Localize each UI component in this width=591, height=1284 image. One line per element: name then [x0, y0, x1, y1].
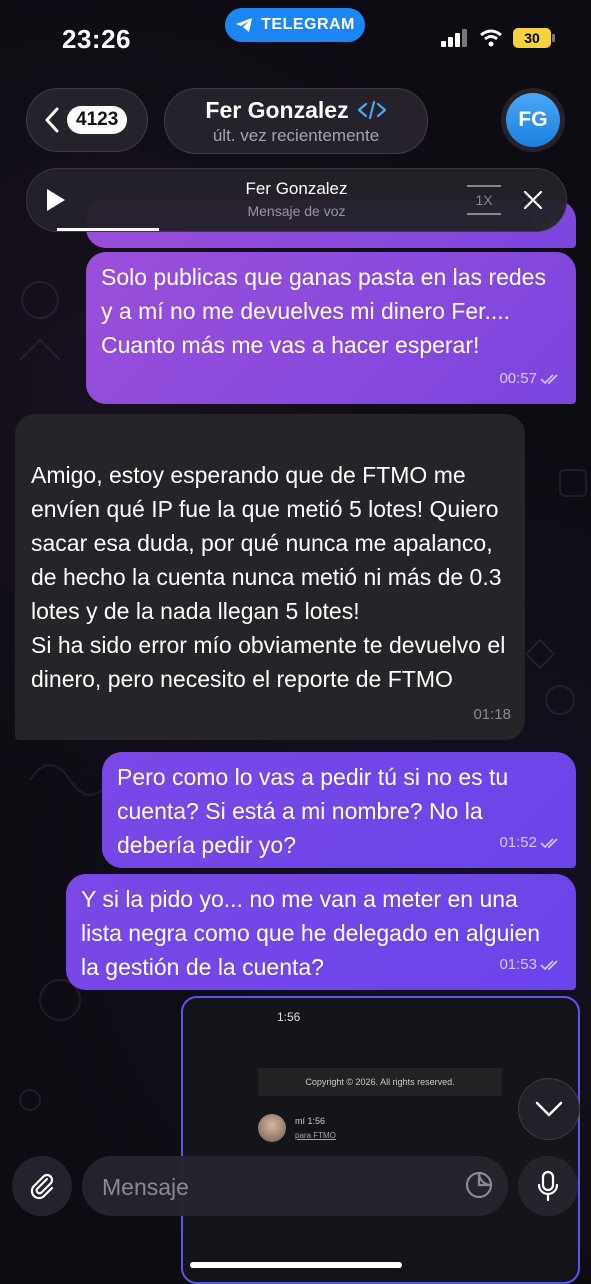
- media-screenshot-time: 1:56: [277, 1010, 301, 1024]
- message-time: 01:18: [473, 706, 511, 723]
- message-time: 01:52: [499, 834, 537, 851]
- media-to: para FTMO: [295, 1131, 336, 1140]
- wifi-icon: [480, 29, 502, 47]
- scroll-down-button[interactable]: [518, 1078, 580, 1140]
- telegram-pill-label: TELEGRAM: [261, 16, 355, 33]
- back-button[interactable]: 4123: [26, 88, 148, 152]
- voice-player-bar[interactable]: Fer Gonzalez Mensaje de voz 1X: [26, 168, 567, 232]
- sticker-icon[interactable]: [464, 1170, 494, 1200]
- contact-name: Fer Gonzalez: [205, 96, 349, 123]
- double-check-icon: [540, 960, 558, 971]
- chat-title[interactable]: Fer Gonzalez últ. vez recientemente: [164, 88, 428, 154]
- clock: 23:26: [62, 24, 131, 54]
- voice-record-button[interactable]: [518, 1156, 578, 1216]
- message-outgoing[interactable]: Y si la pido yo... no me van a meter en …: [66, 874, 576, 990]
- media-from: mí 1:56: [295, 1116, 326, 1126]
- avatar[interactable]: FG: [501, 88, 565, 152]
- unread-badge: 4123: [67, 106, 128, 134]
- code-icon: [357, 100, 386, 120]
- chevron-left-icon: [45, 107, 59, 133]
- chevron-down-icon: [535, 1101, 563, 1117]
- paperclip-icon: [30, 1173, 54, 1200]
- message-outgoing[interactable]: Solo publicas que ganas pasta en las red…: [86, 252, 576, 404]
- telegram-pill[interactable]: TELEGRAM: [225, 8, 365, 42]
- double-check-icon: [540, 838, 558, 849]
- message-text: Amigo, estoy esperando que de FTMO me en…: [31, 462, 506, 692]
- message-input-container[interactable]: [82, 1156, 508, 1216]
- microphone-icon: [537, 1170, 559, 1202]
- status-bar: 23:26 TELEGRAM 30: [0, 0, 591, 80]
- signal-icon: [441, 29, 467, 47]
- message-time: 00:57: [499, 370, 537, 387]
- message-outgoing[interactable]: Pero como lo vas a pedir tú si no es tu …: [102, 752, 576, 868]
- message-incoming[interactable]: Amigo, estoy esperando que de FTMO me en…: [15, 414, 525, 740]
- media-avatar: [258, 1114, 286, 1142]
- playback-speed-button[interactable]: 1X: [467, 185, 501, 215]
- double-check-icon: [540, 374, 558, 385]
- image-message[interactable]: 1:56 Copyright © 2026. All rights reserv…: [181, 996, 580, 1284]
- media-copyright: Copyright © 2026. All rights reserved.: [258, 1068, 502, 1096]
- message-time: 01:53: [499, 956, 537, 973]
- telegram-icon: [236, 18, 253, 32]
- message-text: Solo publicas que ganas pasta en las red…: [101, 264, 546, 358]
- attach-button[interactable]: [12, 1156, 72, 1216]
- voice-progress: [57, 228, 159, 231]
- battery-icon: 30: [513, 28, 555, 48]
- avatar-initials: FG: [518, 108, 548, 131]
- close-icon[interactable]: [523, 190, 543, 210]
- message-text: Pero como lo vas a pedir tú si no es tu …: [117, 764, 509, 858]
- last-seen: últ. vez recientemente: [212, 125, 380, 145]
- message-text: Y si la pido yo... no me van a meter en …: [81, 886, 541, 980]
- home-indicator: [190, 1262, 402, 1268]
- battery-level: 30: [524, 30, 540, 46]
- message-input[interactable]: [100, 1170, 444, 1204]
